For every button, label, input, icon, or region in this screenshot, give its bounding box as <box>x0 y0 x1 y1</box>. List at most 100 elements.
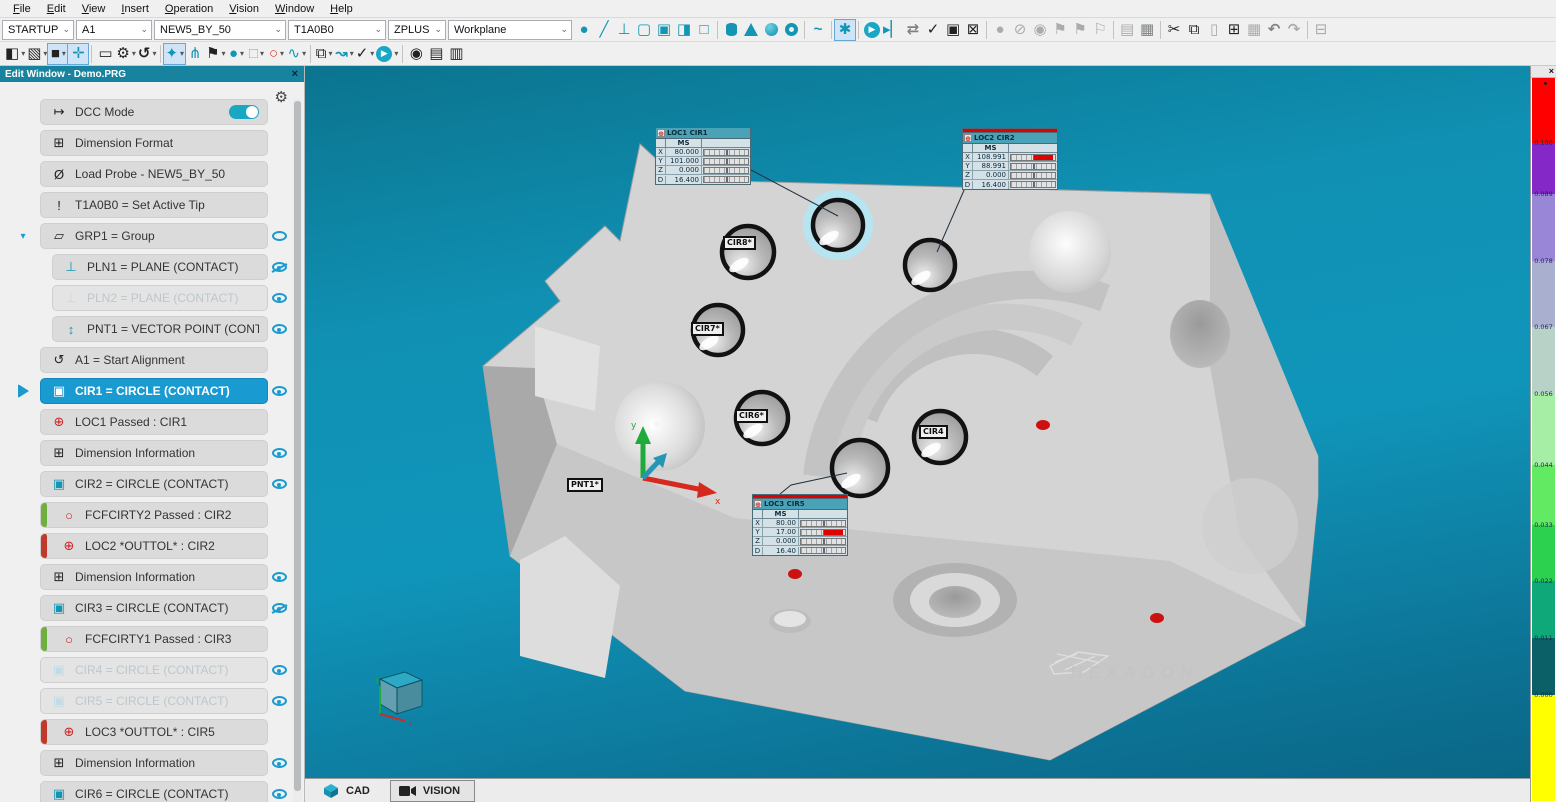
report-chart-icon[interactable]: ▥ <box>446 44 466 64</box>
measurement-table-loc1-cir1[interactable]: ⊕LOC1 CIR1MSX80.000Y101.000Z0.000D16.400 <box>655 127 751 185</box>
menu-edit[interactable]: Edit <box>40 2 73 16</box>
report-list-icon[interactable]: ▤ <box>1117 20 1137 40</box>
dropdown-caret-icon[interactable]: ▾ <box>302 50 306 58</box>
command-12[interactable]: ▣CIR2 = CIRCLE (CONTACT) <box>40 471 268 497</box>
redo-icon[interactable]: ↷ <box>1284 20 1304 40</box>
line-feature-icon[interactable]: ╱ <box>594 20 614 40</box>
execute-program-icon[interactable]: ▶ <box>862 20 882 40</box>
dropdown-caret-icon[interactable]: ▾ <box>132 50 136 58</box>
menu-vision[interactable]: Vision <box>222 2 266 16</box>
dropdown-caret-icon[interactable]: ▾ <box>350 50 354 58</box>
sphere-feature-icon[interactable] <box>761 20 781 40</box>
measurement-table-loc3-cir5[interactable]: ⊕LOC3 CIR5MSX80.00Y17.00Z0.000D16.40 <box>752 494 848 556</box>
cut-icon[interactable]: ✂ <box>1164 20 1184 40</box>
feature-control-icon[interactable]: ⚑▾ <box>205 44 226 64</box>
cad-viewport[interactable]: x y y x HEXAGON CIR8*CIR7*CIR6*CIR4PNT1*… <box>305 66 1530 802</box>
torus-feature-icon[interactable] <box>781 20 801 40</box>
report-window-icon[interactable]: ▤ <box>426 44 446 64</box>
feature-tag-cir6[interactable]: CIR6* <box>735 409 768 423</box>
feature-tag-cir8[interactable]: CIR8* <box>723 236 756 250</box>
tab-vision[interactable]: VISION <box>390 780 475 802</box>
dropdown-caret-icon[interactable]: ▾ <box>21 50 25 58</box>
command-1[interactable]: ⊞Dimension Format <box>40 130 268 156</box>
cone-feature-icon[interactable] <box>741 20 761 40</box>
pattern-icon[interactable]: ▦ <box>1244 20 1264 40</box>
view-combo[interactable]: Workplane⌄ <box>448 20 572 40</box>
stop-icon[interactable]: ● <box>990 20 1010 40</box>
rotate-view-icon[interactable]: ↺▾ <box>137 44 158 64</box>
command-2[interactable]: ØLoad Probe - NEW5_BY_50 <box>40 161 268 187</box>
measurement-table-loc2-cir2[interactable]: ⊕LOC2 CIR2MSX108.991Y88.991Z0.000D16.400 <box>962 128 1058 190</box>
loop-icon[interactable]: ⇄ <box>903 20 923 40</box>
paste-special-icon[interactable]: ⊞ <box>1224 20 1244 40</box>
mark-done-icon[interactable]: ✓ <box>923 20 943 40</box>
pan-view-icon[interactable]: ✛ <box>68 44 88 64</box>
command-10[interactable]: ⊕LOC1 Passed : CIR1 <box>40 409 268 435</box>
dropdown-caret-icon[interactable]: ▾ <box>260 50 264 58</box>
execute-feature-icon[interactable]: ▸▏ <box>882 20 903 40</box>
cad-transform-icon[interactable]: ◧▾ <box>4 44 26 64</box>
graph-icon[interactable]: ∿▾ <box>287 44 308 64</box>
play-program-icon[interactable]: ▶▾ <box>375 44 399 64</box>
bookmark-icon[interactable]: ⚑ <box>1050 20 1070 40</box>
command-19[interactable]: ▣CIR5 = CIRCLE (CONTACT) <box>40 688 268 714</box>
stop-disabled-icon[interactable]: ⊘ <box>1010 20 1030 40</box>
command-20[interactable]: ⊕LOC3 *OUTTOL* : CIR5 <box>40 719 268 745</box>
document-check-icon[interactable]: ▣ <box>943 20 963 40</box>
command-0[interactable]: ↦DCC Mode <box>40 99 268 125</box>
command-3[interactable]: !T1A0B0 = Set Active Tip <box>40 192 268 218</box>
sphere-view-icon[interactable]: ●▾ <box>227 44 247 64</box>
window-layout-icon[interactable]: ⧉▾ <box>314 44 334 64</box>
dropdown-caret-icon[interactable]: ▾ <box>240 50 244 58</box>
eye-icon[interactable] <box>272 293 287 303</box>
square-slot-feature-icon[interactable]: ◨ <box>674 20 694 40</box>
close-icon[interactable]: × <box>292 68 298 80</box>
probe-combo[interactable]: NEW5_BY_50⌄ <box>154 20 286 40</box>
eye-slash-icon[interactable] <box>272 262 287 272</box>
dropdown-caret-icon[interactable]: ▾ <box>62 50 66 58</box>
eye-slash-icon[interactable] <box>272 603 287 613</box>
tab-cad[interactable]: CAD <box>315 780 384 802</box>
zone-rect-icon[interactable]: □▾ <box>247 44 267 64</box>
menu-operation[interactable]: Operation <box>158 2 220 16</box>
command-11[interactable]: ⊞Dimension Information <box>40 440 268 466</box>
zone-circle-icon[interactable]: ○▾ <box>267 44 287 64</box>
workplane-combo[interactable]: ZPLUS⌄ <box>388 20 446 40</box>
camera-snapshot-icon[interactable]: ◉ <box>406 44 426 64</box>
feature-tag-pnt1[interactable]: PNT1* <box>567 478 603 492</box>
undo-icon[interactable]: ↶ <box>1264 20 1284 40</box>
dropdown-caret-icon[interactable]: ▾ <box>152 50 156 58</box>
feature-tag-cir4[interactable]: CIR4 <box>919 425 948 439</box>
copy-icon[interactable]: ⧉ <box>1184 20 1204 40</box>
command-17[interactable]: ○FCFCIRTY1 Passed : CIR3 <box>40 626 268 652</box>
mark-check-icon[interactable]: ✓▾ <box>355 44 376 64</box>
program-combo[interactable]: STARTUP⌄ <box>2 20 74 40</box>
command-13[interactable]: ○FCFCIRTY2 Passed : CIR2 <box>40 502 268 528</box>
dropdown-caret-icon[interactable]: ▾ <box>370 50 374 58</box>
dropdown-caret-icon[interactable]: ▾ <box>43 50 47 58</box>
menu-help[interactable]: Help <box>323 2 360 16</box>
eye-icon[interactable] <box>272 758 287 768</box>
report-table-icon[interactable]: ▦ <box>1137 20 1157 40</box>
dropdown-caret-icon[interactable]: ▾ <box>222 50 226 58</box>
expand-caret-icon[interactable]: ▾ <box>20 231 25 242</box>
eye-icon[interactable] <box>272 665 287 675</box>
point-feature-icon[interactable]: ● <box>574 20 594 40</box>
alignment-combo[interactable]: A1⌄ <box>76 20 152 40</box>
scrollbar-thumb[interactable] <box>294 101 301 791</box>
command-7[interactable]: ↕PNT1 = VECTOR POINT (CONTACT) <box>52 316 268 342</box>
eye-icon[interactable] <box>272 231 287 241</box>
tip-combo[interactable]: T1A0B0⌄ <box>288 20 386 40</box>
path-optimize-icon[interactable]: ↝▾ <box>334 44 355 64</box>
command-22[interactable]: ▣CIR6 = CIRCLE (CONTACT) <box>40 781 268 802</box>
menu-view[interactable]: View <box>75 2 113 16</box>
auto-feature-icon[interactable]: ✱ <box>835 20 855 40</box>
cylinder-feature-icon[interactable] <box>721 20 741 40</box>
curve-feature-icon[interactable]: ~ <box>808 20 828 40</box>
paste-icon[interactable]: ▯ <box>1204 20 1224 40</box>
dcc-mode-toggle[interactable] <box>229 105 259 119</box>
probe-toggle-icon[interactable]: ⋔ <box>185 44 205 64</box>
dropdown-caret-icon[interactable]: ▾ <box>394 50 398 58</box>
bookmark-clear-icon[interactable]: ⚐ <box>1090 20 1110 40</box>
command-15[interactable]: ⊞Dimension Information <box>40 564 268 590</box>
